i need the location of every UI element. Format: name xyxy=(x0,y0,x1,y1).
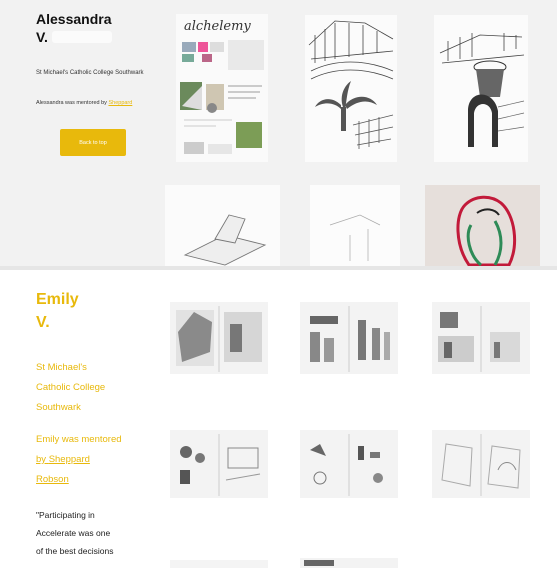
sketchbook-spread-image xyxy=(432,302,530,374)
mentor-link[interactable]: Robson xyxy=(36,474,69,485)
mentor-text: Alessandra was mentored by Sheppard xyxy=(36,100,133,106)
student-last-initial: V. xyxy=(36,29,48,45)
student-name: Alessandra V. xyxy=(36,10,156,46)
sketchbook-thumbnail[interactable] xyxy=(170,430,268,498)
mentor-link[interactable]: by Sheppard xyxy=(36,454,90,465)
sketchbook-spread-image xyxy=(432,430,530,498)
sketchbook-thumbnail[interactable] xyxy=(170,302,268,374)
sketchbook-spread-image xyxy=(300,558,398,568)
student-first-name: Emily xyxy=(36,291,79,308)
student-card-alessandra: Alessandra V. St Michael's Catholic Coll… xyxy=(0,0,557,266)
sketchbook-thumbnail[interactable] xyxy=(432,430,530,498)
artwork-thumbnail[interactable] xyxy=(305,15,397,162)
mentor-text: Emily was mentored by Sheppard Robson xyxy=(36,434,122,485)
sketchbook-thumbnail[interactable] xyxy=(300,302,398,374)
sketchbook-thumbnail[interactable] xyxy=(300,558,398,568)
artwork-thumbnail[interactable] xyxy=(310,185,400,266)
painted-figure-image xyxy=(425,185,540,266)
back-to-top-button[interactable]: Back to top xyxy=(60,129,126,156)
sketchbook-spread-image xyxy=(300,302,398,374)
sketchbook-thumbnail[interactable] xyxy=(432,302,530,374)
mentor-link[interactable]: Sheppard xyxy=(108,100,132,106)
redacted-surname xyxy=(51,31,112,43)
student-card-emily: Emily V. St Michael's Catholic College S… xyxy=(0,270,557,568)
artwork-thumbnail[interactable] xyxy=(434,15,528,162)
artwork-thumbnail[interactable]: alchelemy xyxy=(176,14,268,162)
archway-sketch-image xyxy=(434,15,528,162)
artwork-thumbnail[interactable] xyxy=(165,185,280,266)
sketchbook-spread-image xyxy=(300,430,398,498)
line-sketch-image xyxy=(310,185,400,266)
student-name: Emily V. xyxy=(36,288,126,334)
artwork-thumbnail[interactable] xyxy=(425,185,540,266)
alchemy-sketch-image: alchelemy xyxy=(176,14,268,162)
sketchbook-thumbnail[interactable] xyxy=(300,430,398,498)
student-school: St Michael's Catholic College Southwark xyxy=(36,362,106,413)
sketchbook-spread-image xyxy=(170,430,268,498)
architecture-sketch-image xyxy=(305,15,397,162)
sketchbook-spread-image xyxy=(170,302,268,374)
student-last-initial: V. xyxy=(36,314,50,331)
model-sketch-image xyxy=(165,185,280,266)
student-school: St Michael's Catholic College Southwark xyxy=(36,70,144,76)
sketchbook-thumbnail[interactable] xyxy=(170,560,268,568)
student-quote: "Participating in Accelerate was one of … xyxy=(36,510,114,556)
student-first-name: Alessandra xyxy=(36,11,112,27)
thumb-title: alchelemy xyxy=(184,19,251,34)
